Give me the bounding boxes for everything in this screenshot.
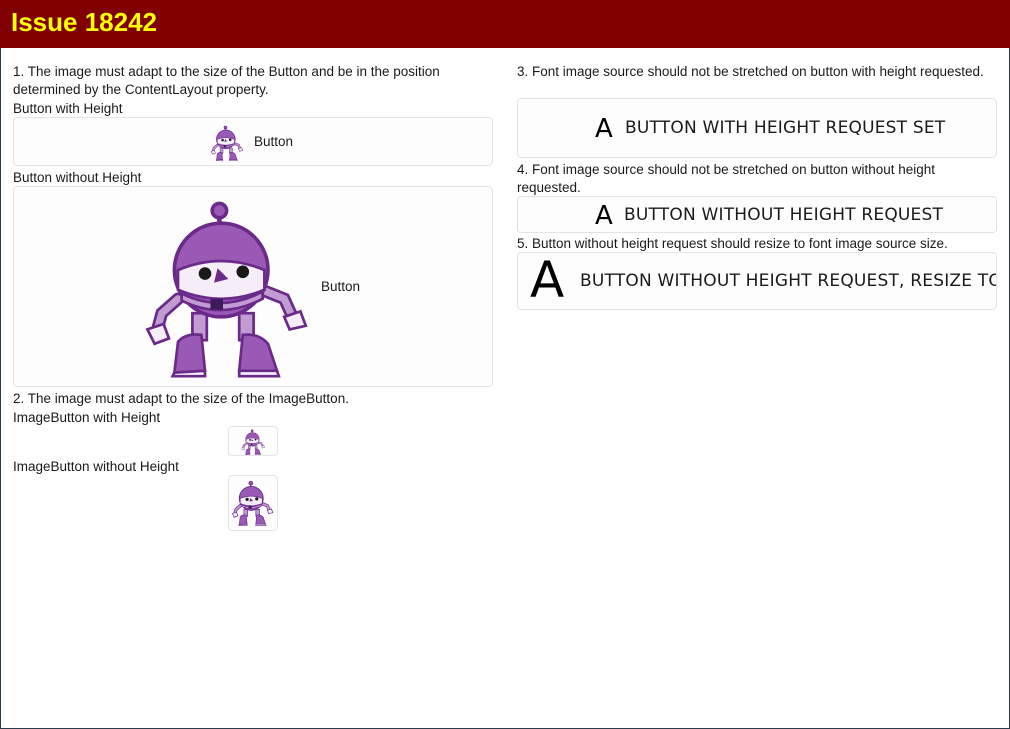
page-title: Issue 18242	[11, 7, 158, 37]
font-image-button-with-height[interactable]: A BUTTON WITH HEIGHT REQUEST SET	[517, 98, 997, 158]
button-label: BUTTON WITH HEIGHT REQUEST SET	[625, 118, 946, 138]
description-4: 4. Font image source should not be stret…	[517, 162, 936, 195]
description-3: 3. Font image source should not be stret…	[517, 64, 984, 79]
dotnet-bot-icon	[231, 478, 277, 528]
description-2: 2. The image must adapt to the size of t…	[13, 391, 349, 406]
button-label: BUTTON WITHOUT HEIGHT REQUEST	[624, 205, 944, 225]
font-image-button-without-height[interactable]: A BUTTON WITHOUT HEIGHT REQUEST	[517, 196, 997, 233]
imagebutton-with-height[interactable]	[228, 426, 278, 456]
description-1: 1. The image must adapt to the size of t…	[13, 64, 440, 97]
button-without-height-heading: Button without Height	[13, 170, 142, 185]
imagebutton-with-height-heading: ImageButton with Height	[13, 410, 161, 425]
imagebutton-without-height-heading: ImageButton without Height	[13, 459, 179, 474]
button-label: Button	[254, 134, 294, 149]
dotnet-bot-icon	[241, 429, 267, 455]
font-image-button-resize[interactable]: A BUTTON WITHOUT HEIGHT REQUEST, RESIZE …	[517, 252, 997, 310]
font-glyph-icon: A	[595, 201, 613, 231]
button-label: BUTTON WITHOUT HEIGHT REQUEST, RESIZE TO…	[580, 271, 996, 291]
page-header: Issue 18242	[0, 0, 1010, 48]
button-with-height[interactable]: Button	[13, 117, 493, 166]
font-glyph-icon: A	[595, 114, 613, 144]
font-glyph-icon: A	[530, 252, 565, 309]
button-label: Button	[321, 279, 361, 294]
imagebutton-without-height[interactable]	[228, 475, 278, 531]
button-with-height-heading: Button with Height	[13, 101, 123, 116]
description-5: 5. Button without height request should …	[517, 236, 948, 251]
dotnet-bot-icon	[142, 191, 322, 385]
dotnet-bot-icon	[210, 124, 246, 162]
button-without-height[interactable]: Button	[13, 186, 493, 387]
